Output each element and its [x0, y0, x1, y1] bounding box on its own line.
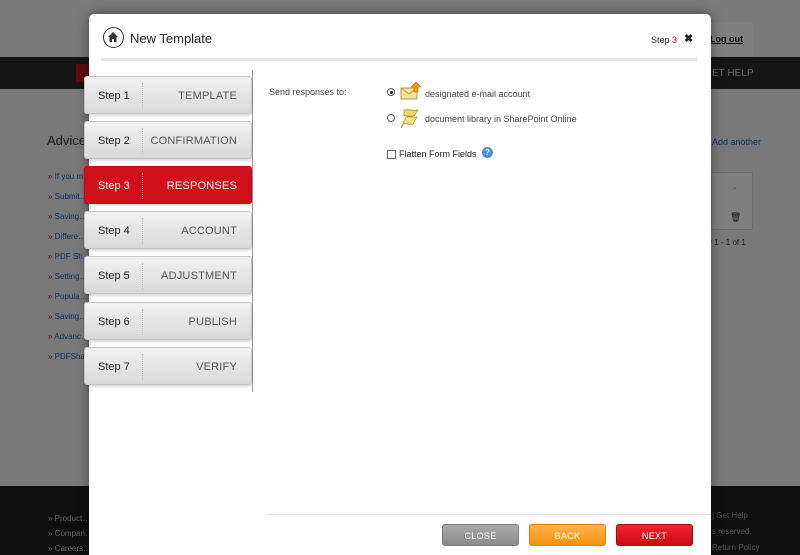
email-account-radio[interactable]	[387, 88, 395, 96]
step-number: Step 3	[98, 180, 130, 192]
step-number: Step 2	[98, 135, 130, 147]
step-tab-account[interactable]: Step 4 ACCOUNT	[84, 211, 252, 249]
step-name: ACCOUNT	[181, 225, 237, 237]
sharepoint-library-option-label: document library in SharePoint Online	[425, 114, 577, 124]
step-separator	[142, 83, 143, 109]
step-separator	[142, 128, 143, 154]
header-divider	[101, 58, 697, 61]
step-tab-template[interactable]: Step 1 TEMPLATE	[84, 76, 252, 114]
step-name: VERIFY	[196, 361, 237, 373]
step-tab-responses[interactable]: Step 3 RESPONSES	[84, 166, 252, 204]
step-tab-adjustment[interactable]: Step 5 ADJUSTMENT	[84, 256, 252, 294]
step-number: Step 4	[98, 225, 130, 237]
step-name: ADJUSTMENT	[161, 270, 237, 282]
close-icon[interactable]: ✖	[684, 32, 693, 45]
send-responses-label: Send responses to:	[269, 87, 347, 97]
step-name: TEMPLATE	[178, 90, 237, 102]
step-separator	[142, 218, 143, 244]
step-indicator: Step 3	[651, 35, 677, 45]
step-number: Step 5	[98, 270, 130, 282]
step-number: Step 6	[98, 316, 130, 328]
step-tab-confirmation[interactable]: Step 2 CONFIRMATION	[84, 121, 252, 159]
step-separator	[142, 263, 143, 289]
help-icon[interactable]: ?	[482, 147, 493, 158]
flatten-form-fields-checkbox[interactable]	[387, 150, 396, 159]
home-icon[interactable]	[103, 27, 124, 48]
new-template-dialog: New Template Step 3 ✖ Step 1 TEMPLATE St…	[84, 14, 711, 555]
footer-divider	[267, 514, 711, 515]
email-account-option-label: designated e-mail account	[425, 89, 531, 99]
step-name: PUBLISH	[188, 316, 237, 328]
step-separator	[142, 173, 143, 199]
step-name: RESPONSES	[166, 180, 237, 192]
step-number: Step 1	[98, 90, 130, 102]
flatten-form-fields-label: Flatten Form Fields	[399, 149, 477, 159]
step-indicator-number: 3	[672, 35, 678, 45]
next-button[interactable]: NEXT	[616, 524, 693, 546]
step-tab-publish[interactable]: Step 6 PUBLISH	[84, 302, 252, 340]
step-separator	[142, 309, 143, 335]
close-button[interactable]: CLOSE	[442, 524, 519, 546]
email-icon	[400, 81, 422, 106]
dialog-header: New Template Step 3 ✖	[89, 14, 711, 62]
step-tab-verify[interactable]: Step 7 VERIFY	[84, 347, 252, 385]
sharepoint-library-icon	[400, 107, 422, 134]
step-number: Step 7	[98, 361, 130, 373]
sharepoint-library-radio[interactable]	[387, 114, 395, 122]
back-button[interactable]: BACK	[529, 524, 606, 546]
dialog-title: New Template	[130, 31, 213, 46]
step-name: CONFIRMATION	[150, 135, 237, 147]
step-indicator-label: Step	[651, 35, 670, 45]
steps-sidebar: Step 1 TEMPLATE Step 2 CONFIRMATION Step…	[84, 70, 253, 392]
step-separator	[142, 354, 143, 380]
